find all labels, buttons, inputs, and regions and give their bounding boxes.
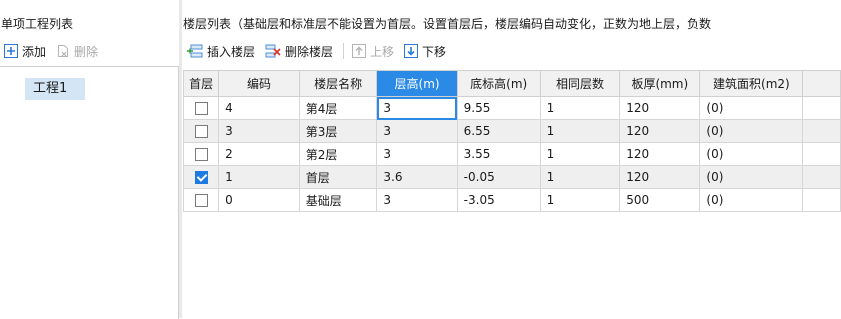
- first-floor-cell: [183, 119, 220, 143]
- slab-thickness-cell[interactable]: 120: [619, 96, 701, 120]
- project-tree: 工程1: [0, 66, 179, 319]
- floor-toolbar: 插入楼层 删除楼层 上移 下移: [183, 38, 452, 64]
- delete-button-label: 删除: [74, 44, 99, 59]
- insert-floor-button[interactable]: 插入楼层: [183, 40, 259, 62]
- bottom-elevation-cell[interactable]: 6.55: [456, 119, 541, 143]
- floor-list-title: 楼层列表（基础层和标准层不能设置为首层。设置首层后，楼层编码自动变化，正数为地上…: [183, 17, 712, 31]
- first-floor-checkbox[interactable]: [194, 194, 208, 207]
- move-down-button[interactable]: 下移: [400, 40, 450, 62]
- floor-name-cell[interactable]: 第3层: [298, 119, 378, 143]
- table-row[interactable]: 1 首层 3.6 -0.05 1 120 (0): [183, 165, 841, 189]
- col-header-filler: [802, 70, 841, 97]
- floor-code-cell[interactable]: 3: [218, 119, 300, 143]
- same-floors-cell[interactable]: 1: [539, 96, 621, 120]
- floor-height-cell[interactable]: 3: [376, 142, 458, 166]
- bottom-elevation-cell[interactable]: 9.55: [456, 96, 541, 120]
- move-up-button[interactable]: 上移: [348, 40, 398, 62]
- bottom-elevation-cell[interactable]: -0.05: [456, 165, 541, 189]
- building-area-cell[interactable]: (0): [699, 96, 804, 120]
- delete-floor-button[interactable]: 删除楼层: [261, 40, 337, 62]
- floor-table: 首层 编码 楼层名称 层高(m) 底标高(m) 相同层数 板厚(mm) 建筑面积…: [183, 70, 841, 212]
- delete-doc-icon: [56, 44, 70, 58]
- filler-cell: [802, 96, 841, 120]
- table-row[interactable]: 2 第2层 3 3.55 1 120 (0): [183, 142, 841, 166]
- col-header-first-floor[interactable]: 首层: [183, 70, 220, 97]
- add-button-label: 添加: [22, 44, 47, 59]
- filler-cell: [802, 119, 841, 143]
- col-header-same-floors[interactable]: 相同层数: [539, 70, 621, 97]
- slab-thickness-cell[interactable]: 120: [619, 142, 701, 166]
- delete-floor-icon: [265, 44, 281, 58]
- project-toolbar: 添加 删除: [0, 38, 104, 64]
- arrow-down-icon: [404, 44, 419, 58]
- tree-item-project[interactable]: 工程1: [25, 78, 85, 100]
- bottom-elevation-cell[interactable]: -3.05: [456, 188, 541, 212]
- first-floor-checkbox[interactable]: [194, 171, 208, 184]
- floor-height-cell[interactable]: 3.6: [376, 165, 458, 189]
- floor-height-cell[interactable]: 3: [376, 119, 458, 143]
- col-header-code[interactable]: 编码: [218, 70, 300, 97]
- same-floors-cell[interactable]: 1: [539, 142, 621, 166]
- slab-thickness-cell[interactable]: 120: [619, 165, 701, 189]
- floor-name-cell[interactable]: 第4层: [298, 96, 378, 120]
- toolbar-divider: [343, 43, 345, 59]
- floor-height-cell[interactable]: 3: [376, 188, 458, 212]
- same-floors-cell[interactable]: 1: [539, 165, 621, 189]
- floor-code-cell[interactable]: 4: [218, 96, 300, 120]
- col-header-building-area[interactable]: 建筑面积(m2): [699, 70, 804, 97]
- first-floor-checkbox[interactable]: [194, 102, 208, 115]
- floor-name-cell[interactable]: 第2层: [298, 142, 378, 166]
- floor-height-cell[interactable]: 3: [376, 96, 458, 120]
- first-floor-cell: [183, 96, 220, 120]
- col-header-floor-name[interactable]: 楼层名称: [298, 70, 378, 97]
- floor-list-panel: 楼层列表（基础层和标准层不能设置为首层。设置首层后，楼层编码自动变化，正数为地上…: [183, 0, 841, 318]
- floor-code-cell[interactable]: 1: [218, 165, 300, 189]
- first-floor-checkbox[interactable]: [194, 148, 208, 161]
- col-header-bottom-elevation[interactable]: 底标高(m): [456, 70, 541, 97]
- first-floor-cell: [183, 142, 220, 166]
- filler-cell: [802, 188, 841, 212]
- first-floor-cell: [183, 188, 220, 212]
- bottom-elevation-cell[interactable]: 3.55: [456, 142, 541, 166]
- delete-button[interactable]: 删除: [52, 40, 102, 62]
- table-row[interactable]: 4 第4层 3 9.55 1 120 (0): [183, 96, 841, 120]
- project-list-title: 单项工程列表: [1, 17, 74, 31]
- plus-icon: [4, 44, 18, 58]
- col-header-slab-thickness[interactable]: 板厚(mm): [619, 70, 701, 97]
- first-floor-checkbox[interactable]: [194, 125, 208, 138]
- table-row[interactable]: 0 基础层 3 -3.05 1 500 (0): [183, 188, 841, 212]
- same-floors-cell[interactable]: 1: [539, 188, 621, 212]
- slab-thickness-cell[interactable]: 500: [619, 188, 701, 212]
- same-floors-cell[interactable]: 1: [539, 119, 621, 143]
- col-header-floor-height[interactable]: 层高(m): [376, 70, 458, 97]
- arrow-up-icon: [352, 44, 367, 58]
- move-up-label: 上移: [370, 44, 395, 59]
- project-list-panel: 单项工程列表 添加 删除 工程1: [0, 0, 179, 319]
- building-area-cell[interactable]: (0): [699, 188, 804, 212]
- move-down-label: 下移: [422, 44, 447, 59]
- insert-floor-icon: [187, 44, 203, 58]
- floor-name-cell[interactable]: 基础层: [298, 188, 378, 212]
- insert-floor-label: 插入楼层: [207, 44, 256, 59]
- building-area-cell[interactable]: (0): [699, 165, 804, 189]
- filler-cell: [802, 142, 841, 166]
- panel-splitter[interactable]: [179, 0, 182, 318]
- building-area-cell[interactable]: (0): [699, 119, 804, 143]
- table-row[interactable]: 3 第3层 3 6.55 1 120 (0): [183, 119, 841, 143]
- building-area-cell[interactable]: (0): [699, 142, 804, 166]
- delete-floor-label: 删除楼层: [285, 44, 334, 59]
- slab-thickness-cell[interactable]: 120: [619, 119, 701, 143]
- floor-code-cell[interactable]: 2: [218, 142, 300, 166]
- table-header-row: 首层 编码 楼层名称 层高(m) 底标高(m) 相同层数 板厚(mm) 建筑面积…: [183, 70, 841, 97]
- filler-cell: [802, 165, 841, 189]
- floor-code-cell[interactable]: 0: [218, 188, 300, 212]
- floor-name-cell[interactable]: 首层: [298, 165, 378, 189]
- first-floor-cell: [183, 165, 220, 189]
- add-button[interactable]: 添加: [0, 40, 50, 62]
